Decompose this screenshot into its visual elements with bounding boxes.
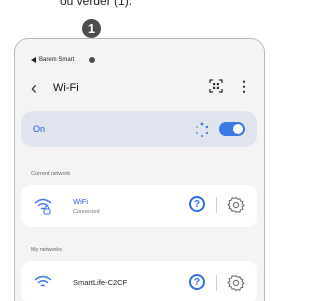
network-row[interactable]: SmartLife-C2CF ? xyxy=(21,261,257,301)
status-bar: Barem Smart xyxy=(31,57,74,63)
toggle-knob xyxy=(233,124,243,134)
phone-screen: Barem Smart ‹ Wi-Fi ⋮ On Current network… xyxy=(14,38,265,301)
more-options-button[interactable]: ⋮ xyxy=(237,79,251,93)
header-bar: ‹ Wi-Fi ⋮ xyxy=(31,77,251,99)
current-network-label: Current network xyxy=(31,171,71,177)
callout-dot xyxy=(89,57,95,63)
divider xyxy=(216,197,217,213)
back-button[interactable]: ‹ xyxy=(31,79,47,97)
wifi-toggle-card[interactable]: On xyxy=(21,111,257,147)
header-actions: ⋮ xyxy=(209,79,251,93)
callout-marker-1: 1 xyxy=(82,19,101,38)
wifi-locked-icon xyxy=(33,197,53,215)
scanning-spinner-icon xyxy=(193,121,211,139)
help-icon[interactable]: ? xyxy=(189,274,205,290)
current-network-status: Connected xyxy=(73,209,100,215)
gear-icon[interactable] xyxy=(227,196,245,214)
help-icon[interactable]: ? xyxy=(189,196,205,212)
network-name: SmartLife-C2CF xyxy=(73,278,128,287)
divider xyxy=(216,275,217,291)
page-caption: ou verder (1). xyxy=(60,0,133,8)
wifi-toggle-label: On xyxy=(33,124,46,134)
wifi-toggle-switch[interactable] xyxy=(219,122,245,136)
current-network-name: WiFi xyxy=(73,197,88,206)
back-arrow-small-icon xyxy=(31,57,36,63)
my-networks-label: My networks xyxy=(31,247,62,253)
page-title: Wi-Fi xyxy=(53,82,79,94)
qr-scan-icon[interactable] xyxy=(209,79,223,93)
current-network-row[interactable]: WiFi Connected ? xyxy=(21,185,257,227)
gear-icon[interactable] xyxy=(227,274,245,292)
wifi-icon xyxy=(33,274,53,292)
status-app-name: Barem Smart xyxy=(39,57,75,63)
